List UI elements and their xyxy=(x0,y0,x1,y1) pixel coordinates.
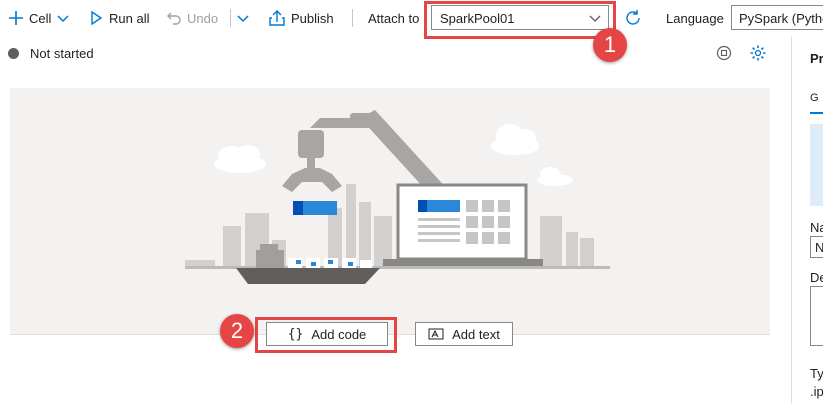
chevron-down-icon xyxy=(57,15,69,23)
refresh-button[interactable] xyxy=(624,0,642,36)
attach-to-label: Attach to xyxy=(368,0,419,36)
toolbar-divider xyxy=(230,9,231,27)
play-icon xyxy=(91,10,103,26)
undo-icon xyxy=(167,12,181,25)
notebook-toolbar: Cell Run all Undo Publish Attach to Spar… xyxy=(0,0,823,36)
add-cell-button[interactable]: Cell xyxy=(8,0,70,36)
add-code-highlight xyxy=(255,317,397,353)
run-all-button[interactable]: Run all xyxy=(88,0,149,36)
language-select[interactable]: PySpark (Pytho xyxy=(731,5,823,30)
notebook-illustration xyxy=(185,110,610,284)
attach-to-highlight xyxy=(424,1,616,39)
stop-session-icon[interactable] xyxy=(716,45,732,61)
description-field[interactable] xyxy=(810,286,823,346)
session-status-bar: Not started xyxy=(0,40,780,68)
name-field-label: Na xyxy=(810,220,823,235)
undo-label: Undo xyxy=(187,10,219,26)
active-tab-indicator xyxy=(810,112,823,114)
add-text-label: Add text xyxy=(452,326,500,342)
type-value: .ip xyxy=(810,384,823,399)
refresh-icon xyxy=(626,10,640,25)
attach-to-text: Attach to xyxy=(368,10,420,26)
type-label: Ty xyxy=(810,366,823,381)
description-field-label: De xyxy=(810,270,823,285)
status-indicator-icon xyxy=(8,48,19,59)
chevron-down-icon xyxy=(237,15,249,23)
language-value: PySpark (Pytho xyxy=(739,11,823,26)
language-label: Language xyxy=(666,0,724,36)
cell-label: Cell xyxy=(29,10,52,26)
run-all-label: Run all xyxy=(109,10,150,26)
add-text-button[interactable]: Add text xyxy=(415,322,513,346)
undo-button[interactable]: Undo xyxy=(166,0,218,36)
text-icon xyxy=(428,328,444,340)
name-field-value: N xyxy=(815,240,823,255)
publish-label: Publish xyxy=(291,10,334,26)
name-field[interactable]: N xyxy=(810,236,823,258)
plus-icon xyxy=(9,11,23,25)
language-text: Language xyxy=(666,10,724,26)
publish-button[interactable]: Publish xyxy=(268,0,334,36)
gear-icon[interactable] xyxy=(749,44,767,62)
properties-panel: Pr G Na N De Ty .ip xyxy=(791,36,823,404)
status-text: Not started xyxy=(30,46,94,61)
publish-icon xyxy=(269,10,285,26)
info-banner xyxy=(810,124,823,206)
step-badge-1: 1 xyxy=(593,28,627,62)
empty-notebook-panel xyxy=(10,88,770,335)
step-badge-2: 2 xyxy=(220,314,254,348)
properties-header: Pr xyxy=(810,51,823,66)
toolbar-divider xyxy=(352,9,353,27)
more-dropdown-button[interactable] xyxy=(236,0,250,36)
tab-general[interactable]: G xyxy=(810,92,819,104)
